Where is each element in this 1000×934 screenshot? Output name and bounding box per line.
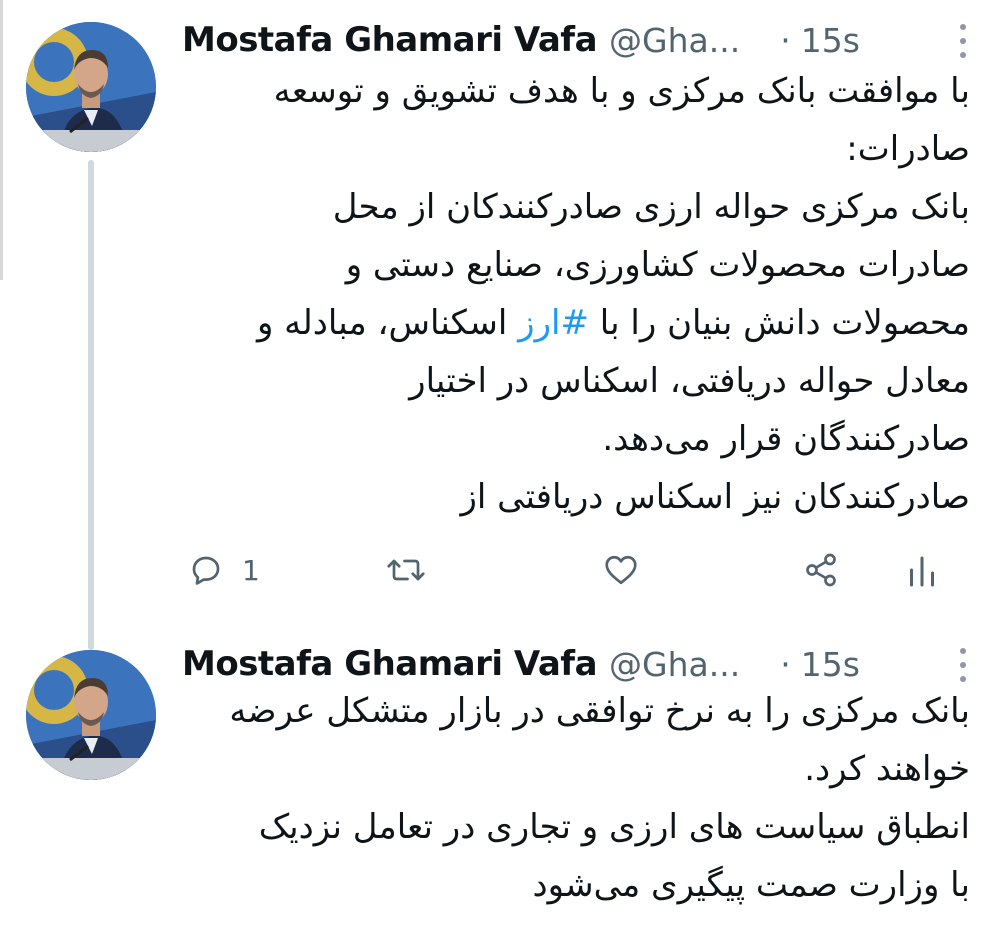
author-name[interactable]: Mostafa Ghamari Vafa [182, 644, 598, 684]
tweet-header: Mostafa Ghamari Vafa @Gha... · 15s [182, 18, 970, 62]
tweet-line: صادرکنندکان نیز اسکناس دریافتی از [460, 477, 970, 517]
avatar[interactable] [26, 650, 156, 780]
share-icon [806, 553, 836, 587]
views-button[interactable] [907, 545, 937, 595]
more-options-icon[interactable] [956, 648, 970, 682]
more-options-icon[interactable] [956, 24, 970, 58]
reply-icon [192, 556, 220, 585]
tweet-line: انطباق سیاست های ارزی و تجاری در تعامل ن… [258, 807, 970, 847]
separator-dot: · [780, 20, 791, 60]
tweet-line: صادرکنندگان قرار می‌دهد. [602, 419, 970, 459]
tweet-text: بانک مرکزی را به نرخ توافقی در بازار متش… [170, 682, 970, 914]
tweet-line: بانک مرکزی حواله ارزی صادرکنندکان از محل [332, 187, 970, 227]
analytics-icon [910, 556, 934, 587]
heart-icon [605, 555, 637, 585]
tweet-line: بانک مرکزی را به نرخ توافقی در بازار متش… [229, 691, 970, 731]
reply-count: 1 [242, 553, 260, 587]
tweet-line: معادل حواله دریافتی، اسکناس در اختیار [409, 361, 970, 401]
author-handle[interactable]: @Gha... [609, 645, 740, 684]
separator-dot: · [780, 644, 791, 684]
tweet-line: صادرات: [846, 129, 970, 169]
tweet-text-segment: محصولات دانش بنیان را با [588, 303, 970, 343]
tweet-header: Mostafa Ghamari Vafa @Gha... · 15s [182, 642, 970, 686]
timestamp[interactable]: 15s [801, 645, 860, 684]
timestamp[interactable]: 15s [801, 21, 860, 60]
author-handle[interactable]: @Gha... [609, 21, 740, 60]
tweet-line: با وزارت صمت پیگیری می‌شود [532, 865, 970, 905]
reply-button[interactable]: 1 [188, 545, 260, 595]
tweet-line: با موافقت بانک مرکزی و با هدف تشویق و تو… [273, 71, 970, 111]
tweet-line: صادرات محصولات کشاورزی، صنایع دستی و [345, 245, 970, 285]
tweet-text-segment: اسکناس، مبادله و [256, 303, 519, 343]
tweet-text: با موافقت بانک مرکزی و با هدف تشویق و تو… [170, 62, 970, 526]
tweet-line: خواهند کرد. [804, 749, 970, 789]
like-button[interactable] [602, 545, 640, 595]
share-button[interactable] [802, 545, 840, 595]
tweet-1[interactable]: Mostafa Ghamari Vafa @Gha... · 15s با مو… [0, 0, 1000, 650]
author-name[interactable]: Mostafa Ghamari Vafa [182, 20, 598, 60]
avatar[interactable] [26, 22, 156, 152]
tweet-line: محصولات دانش بنیان را با #ارز اسکناس، مب… [170, 294, 970, 352]
hashtag-link[interactable]: #ارز [518, 303, 589, 343]
retweet-button[interactable] [386, 545, 426, 595]
tweet-actions: 1 [182, 545, 970, 595]
retweet-icon [387, 559, 425, 581]
thread-line [88, 160, 94, 650]
